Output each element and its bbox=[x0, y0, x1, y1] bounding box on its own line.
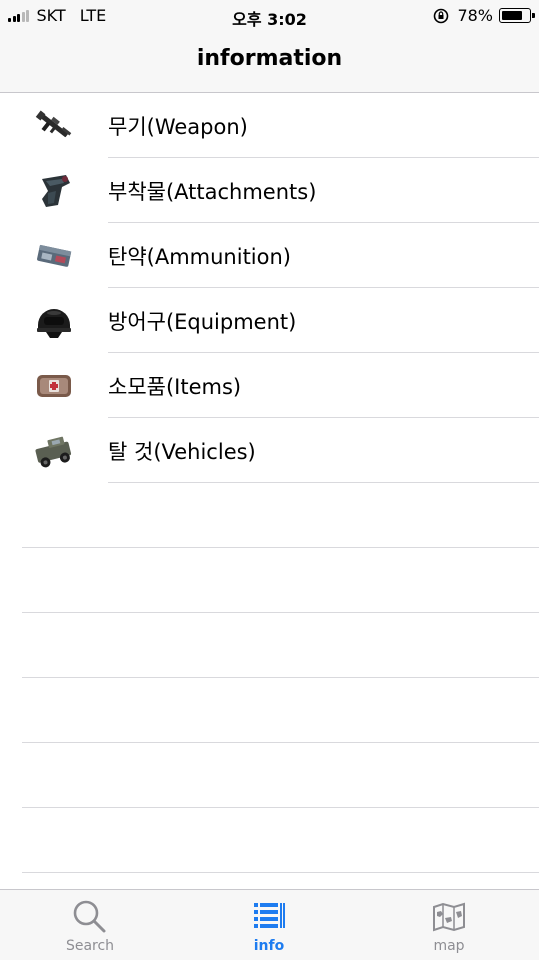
list-item-label: 부착물(Attachments) bbox=[108, 180, 317, 204]
list-item-weapon[interactable]: 무기(Weapon) bbox=[0, 93, 539, 158]
list-item-label: 탄약(Ammunition) bbox=[108, 245, 291, 269]
status-right: 78% bbox=[433, 6, 535, 25]
magnifier-icon bbox=[73, 900, 106, 933]
battery-icon bbox=[499, 8, 535, 23]
tab-bar: Search info map bbox=[0, 889, 539, 960]
list-item-equipment[interactable]: 방어구(Equipment) bbox=[0, 288, 539, 353]
vehicle-icon bbox=[35, 436, 72, 468]
list-icon bbox=[254, 903, 285, 928]
divider bbox=[22, 872, 539, 873]
category-list: 무기(Weapon) 부착물(Attachments) 탄약(Ammunitio… bbox=[0, 93, 539, 873]
tab-map[interactable]: map bbox=[359, 890, 539, 960]
empty-list-row bbox=[0, 483, 539, 548]
rotation-lock-icon bbox=[434, 8, 449, 23]
empty-list-row bbox=[0, 678, 539, 743]
empty-list-row bbox=[0, 613, 539, 678]
status-bar: SKT LTE 오후 3:02 78% bbox=[0, 0, 539, 30]
tab-search[interactable]: Search bbox=[0, 890, 180, 960]
grip-attachment-icon bbox=[42, 175, 70, 207]
tab-label: map bbox=[433, 938, 465, 954]
medkit-icon bbox=[37, 375, 71, 397]
list-item-label: 방어구(Equipment) bbox=[108, 310, 297, 334]
map-icon bbox=[433, 902, 465, 932]
tab-info[interactable]: info bbox=[179, 890, 359, 960]
battery-percent: 78% bbox=[457, 6, 493, 25]
rifle-icon bbox=[35, 110, 72, 138]
helmet-icon bbox=[37, 309, 71, 338]
ammo-box-icon bbox=[37, 244, 72, 267]
navigation-bar: information bbox=[0, 30, 539, 93]
list-item-label: 탈 것(Vehicles) bbox=[108, 440, 256, 464]
tab-label: Search bbox=[65, 938, 115, 954]
list-item-items[interactable]: 소모품(Items) bbox=[0, 353, 539, 418]
empty-list-row bbox=[0, 808, 539, 873]
list-item-vehicles[interactable]: 탈 것(Vehicles) bbox=[0, 418, 539, 483]
app-screen: SKT LTE 오후 3:02 78% information 무기(Weapo… bbox=[0, 0, 539, 960]
tab-label: info bbox=[253, 938, 285, 954]
list-item-ammunition[interactable]: 탄약(Ammunition) bbox=[0, 223, 539, 288]
list-item-label: 무기(Weapon) bbox=[108, 115, 248, 139]
empty-list-row bbox=[0, 548, 539, 613]
list-item-label: 소모품(Items) bbox=[108, 375, 242, 399]
empty-list-row bbox=[0, 743, 539, 808]
list-item-attachments[interactable]: 부착물(Attachments) bbox=[0, 158, 539, 223]
page-title: information bbox=[196, 46, 343, 71]
